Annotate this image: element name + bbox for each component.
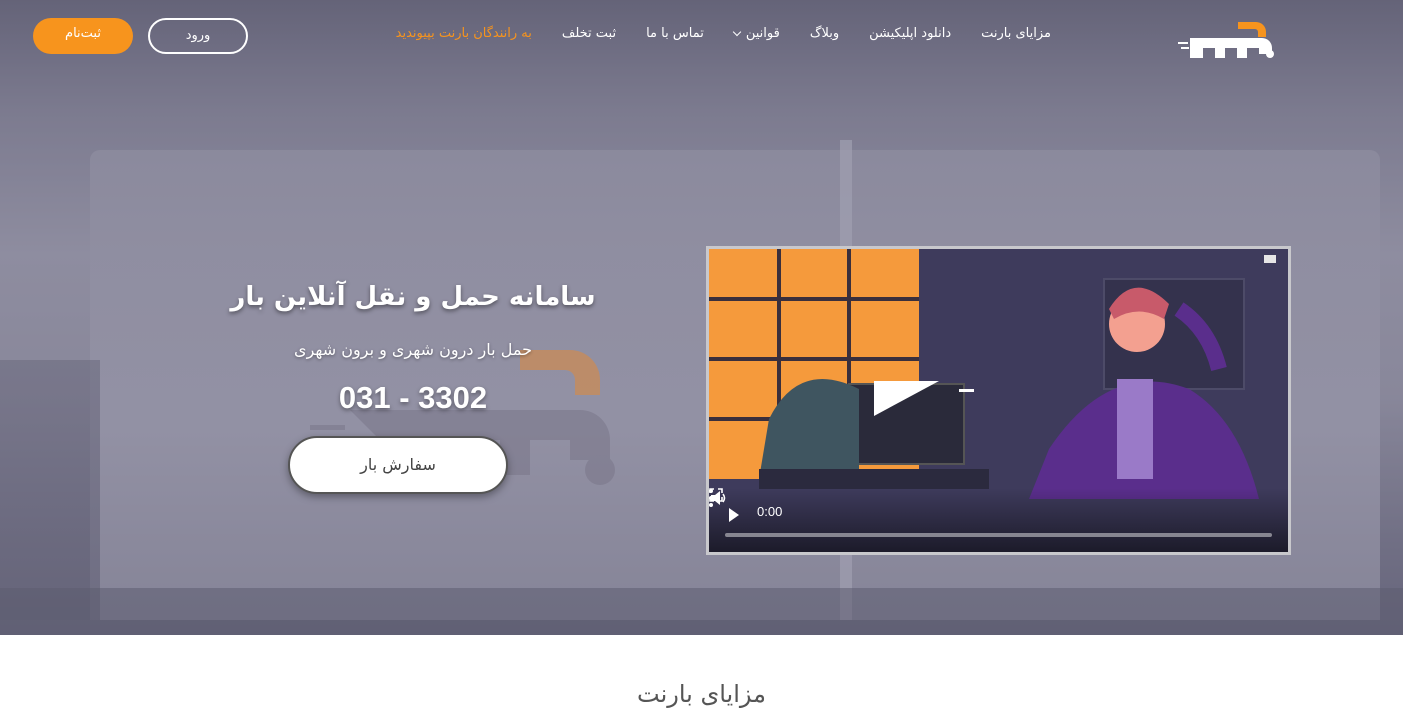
video-time: 0:00 — [757, 504, 783, 519]
menu-item-features[interactable]: مزایای بارنت — [981, 26, 1051, 41]
intro-video-player[interactable]: 0:00 — [706, 246, 1291, 555]
chevron-down-icon — [732, 27, 742, 37]
top-nav: ثبت‌نام ورود مزایای بارنت دانلود اپلیکیش… — [0, 0, 1403, 72]
video-controls: 0:00 — [709, 488, 1288, 552]
more-options-icon[interactable] — [709, 488, 713, 508]
login-button[interactable]: ورود — [148, 18, 248, 54]
menu-item-join-drivers[interactable]: به رانندگان بارنت بپیوندید — [396, 26, 532, 41]
hero-subtitle: حمل بار درون شهری و برون شهری — [294, 340, 532, 359]
order-cargo-button[interactable]: سفارش بار — [288, 436, 508, 494]
hero-title: سامانه حمل و نقل آنلاین بار — [230, 282, 596, 312]
menu-item-rules-label: قوانین — [745, 26, 780, 41]
play-icon[interactable] — [729, 508, 739, 522]
register-button[interactable]: ثبت‌نام — [33, 18, 133, 54]
menu-item-rules[interactable]: قوانین — [732, 26, 780, 41]
hero-section: ثبت‌نام ورود مزایای بارنت دانلود اپلیکیش… — [0, 0, 1403, 635]
menu-item-contact[interactable]: تماس با ما — [646, 26, 704, 41]
main-menu: مزایای بارنت دانلود اپلیکیشن وبلاگ قوانی… — [396, 26, 1051, 41]
video-progress-bar[interactable] — [725, 533, 1272, 537]
menu-item-report-violation[interactable]: ثبت تخلف — [562, 26, 616, 41]
menu-item-download-app[interactable]: دانلود اپلیکیشن — [869, 26, 951, 41]
hero-phone[interactable]: 031 - 3302 — [263, 380, 563, 416]
barnet-logo-icon[interactable] — [1178, 20, 1278, 58]
menu-item-blog[interactable]: وبلاگ — [810, 26, 839, 41]
features-section-title: مزایای بارنت — [637, 680, 766, 708]
video-play-overlay-icon[interactable] — [869, 376, 939, 426]
